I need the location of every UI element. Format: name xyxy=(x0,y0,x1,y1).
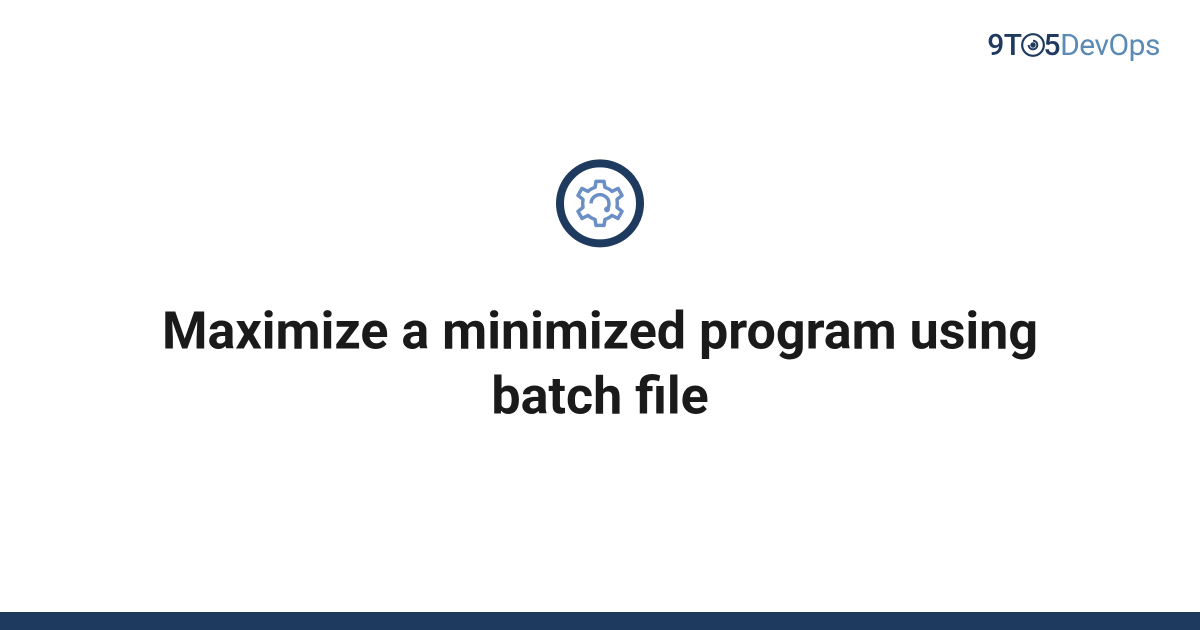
logo-text-part1: 9T xyxy=(987,28,1021,63)
gear-icon xyxy=(555,158,645,248)
page-title: Maximize a minimized program using batch… xyxy=(125,298,1075,428)
bottom-accent-bar xyxy=(0,612,1200,630)
logo-gear-icon xyxy=(1020,31,1046,66)
site-logo: 9T 5DevOps xyxy=(987,28,1160,66)
logo-text-part2: 5 xyxy=(1044,28,1061,63)
main-content: Maximize a minimized program using batch… xyxy=(0,158,1200,428)
logo-text-part3: DevOps xyxy=(1060,28,1160,63)
